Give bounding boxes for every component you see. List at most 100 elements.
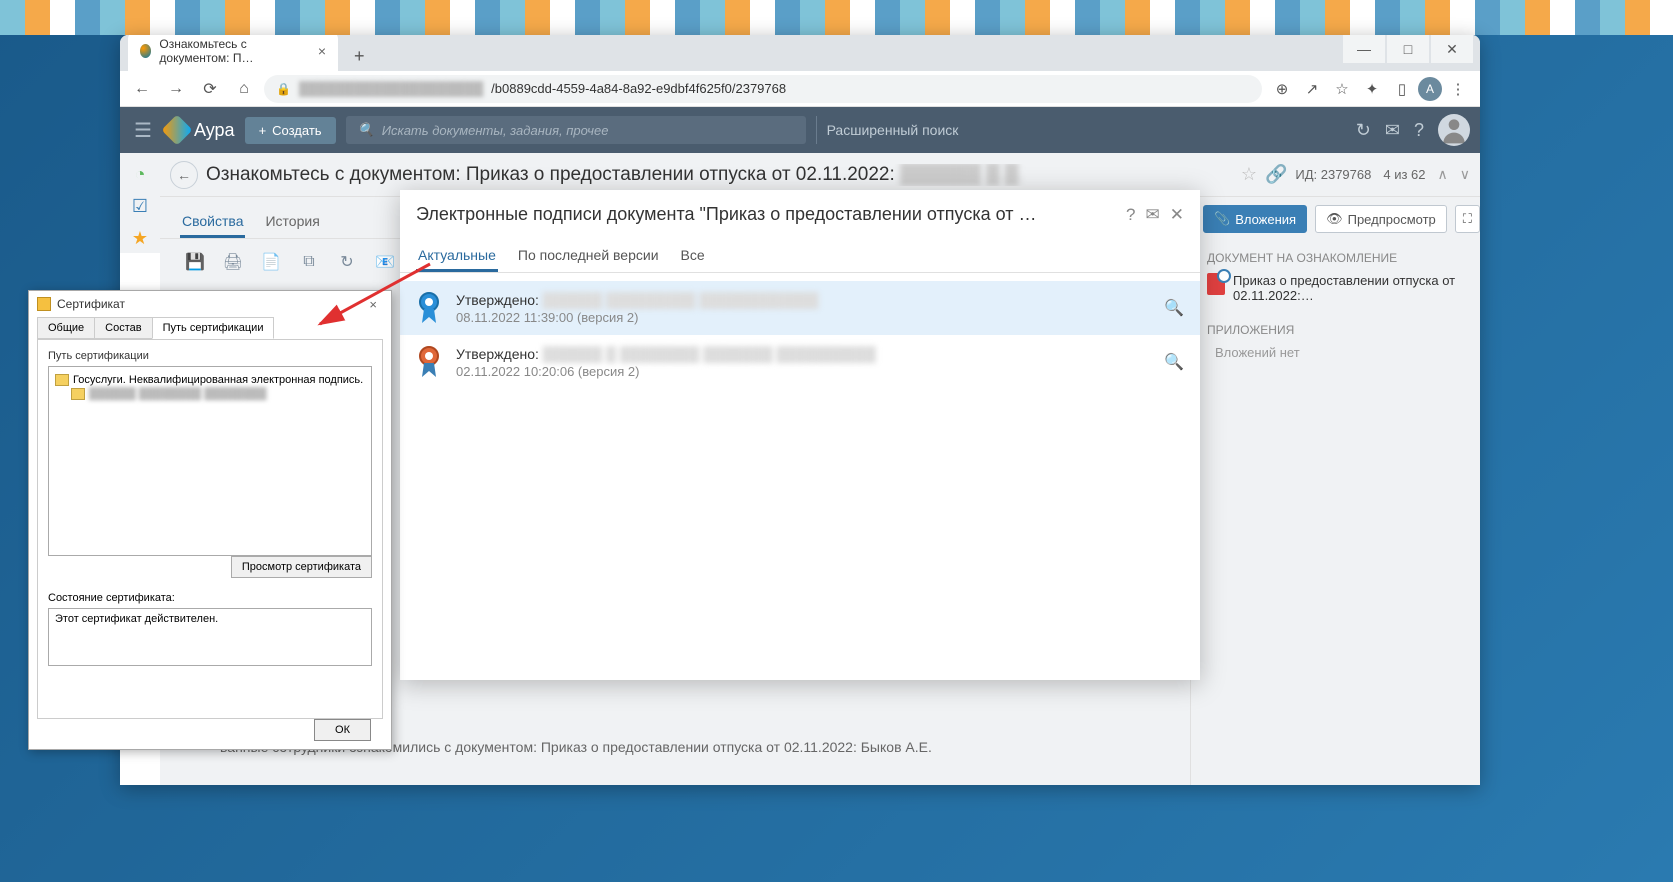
signatures-modal: Электронные подписи документа "Приказ о … xyxy=(400,190,1200,680)
signature-row[interactable]: Утверждено: ██████ █████████ ███████████… xyxy=(400,281,1200,335)
app-header: ☰ Аура + Создать 🔍 Искать документы, зад… xyxy=(120,107,1480,153)
new-tab-button[interactable]: + xyxy=(346,42,373,71)
tab-title: Ознакомьтесь с документом: П… xyxy=(159,37,309,65)
zoom-icon[interactable]: ⊕ xyxy=(1268,75,1296,103)
extended-search-link[interactable]: Расширенный поиск xyxy=(827,122,959,138)
url-domain-redacted: ████████████████████ xyxy=(299,81,483,96)
toolbar-doc-icon[interactable]: 📄 xyxy=(256,247,286,277)
reload-icon[interactable]: ⟳ xyxy=(196,75,224,103)
desktop-pattern xyxy=(0,0,1673,35)
sync-icon[interactable]: ↻ xyxy=(1356,120,1371,141)
cert-status-label: Состояние сертификата: xyxy=(48,592,175,604)
cert-tab-content[interactable]: Состав xyxy=(94,317,152,339)
modal-title: Электронные подписи документа "Приказ о … xyxy=(416,204,1116,225)
modal-tab-all[interactable]: Все xyxy=(679,241,707,272)
hamburger-icon[interactable]: ☰ xyxy=(130,114,156,147)
tree-root[interactable]: Госуслуги. Неквалифицированная электронн… xyxy=(55,373,365,387)
signature-row[interactable]: Утверждено: ██████ █ ████████ ███████ ██… xyxy=(400,335,1200,389)
back-button[interactable]: ← xyxy=(170,161,198,189)
expand-button[interactable]: ⛶ xyxy=(1455,205,1480,233)
cert-node-icon xyxy=(55,374,69,386)
panel-section-title-2: ПРИЛОЖЕНИЯ xyxy=(1207,323,1464,337)
modal-tab-last[interactable]: По последней версии xyxy=(516,241,661,272)
cert-ok-button[interactable]: ОК xyxy=(314,719,371,741)
view-signature-icon[interactable]: 🔍 xyxy=(1164,298,1184,318)
share-icon[interactable]: ↗ xyxy=(1298,75,1326,103)
favorite-icon[interactable]: ☆ xyxy=(1241,164,1257,185)
toolbar-send-icon[interactable]: 📧 xyxy=(370,247,400,277)
app-name: Аура xyxy=(194,120,235,141)
modal-tab-actual[interactable]: Актуальные xyxy=(416,241,498,272)
tab-properties[interactable]: Свойства xyxy=(180,207,245,238)
signature-meta: 08.11.2022 11:39:00 (версия 2) xyxy=(456,310,1150,325)
prev-icon[interactable]: ∧ xyxy=(1438,166,1448,183)
cert-path-label: Путь сертификации xyxy=(48,350,372,362)
user-avatar[interactable] xyxy=(1438,114,1470,146)
cert-tab-general[interactable]: Общие xyxy=(37,317,95,339)
address-bar: ← → ⟳ ⌂ 🔒 ████████████████████ /b0889cdd… xyxy=(120,71,1480,107)
preview-button[interactable]: 👁 Предпросмотр xyxy=(1315,205,1447,233)
minimize-button[interactable]: — xyxy=(1343,35,1385,63)
lock-icon: 🔒 xyxy=(276,82,291,96)
toolbar-save-icon[interactable]: 💾 xyxy=(180,247,210,277)
tree-child[interactable]: ██████ ████████ ████████ xyxy=(71,387,365,401)
mail-icon[interactable]: ✉ xyxy=(1385,120,1400,141)
toolbar-copy-icon[interactable]: ⧉ xyxy=(294,247,324,277)
link-icon[interactable]: 🔗 xyxy=(1265,164,1287,185)
bookmark-icon[interactable]: ☆ xyxy=(1328,75,1356,103)
separator xyxy=(816,116,817,144)
tab-favicon xyxy=(140,44,151,58)
view-certificate-button[interactable]: Просмотр сертификата xyxy=(231,556,372,578)
panel-document-item[interactable]: Приказ о предоставлении отпуска от 02.11… xyxy=(1207,273,1464,303)
nav-back-icon[interactable]: ← xyxy=(128,75,156,103)
browser-tab-bar: Ознакомьтесь с документом: П… × + xyxy=(120,35,1480,71)
app-logo[interactable]: Аура xyxy=(166,119,235,141)
tab-history[interactable]: История xyxy=(263,207,321,238)
cert-titlebar: Сертификат × xyxy=(29,291,391,317)
help-icon[interactable]: ? xyxy=(1414,120,1424,141)
maximize-button[interactable]: □ xyxy=(1387,35,1429,63)
url-path: /b0889cdd-4559-4a84-8a92-e9dbf4f625f0/23… xyxy=(491,81,786,96)
toolbar-refresh-icon[interactable]: ↻ xyxy=(332,247,362,277)
plus-icon: + xyxy=(259,123,267,138)
modal-help-icon[interactable]: ? xyxy=(1126,205,1135,225)
modal-tabs: Актуальные По последней версии Все xyxy=(400,233,1200,273)
rail-star-icon[interactable]: ★ xyxy=(125,223,155,253)
extensions-icon[interactable]: ✦ xyxy=(1358,75,1386,103)
next-icon[interactable]: ∨ xyxy=(1460,166,1470,183)
certificate-window: Сертификат × Общие Состав Путь сертифика… xyxy=(28,290,392,750)
modal-mail-icon[interactable]: ✉ xyxy=(1146,205,1160,225)
search-icon: 🔍 xyxy=(358,122,374,138)
ribbon-icon xyxy=(416,291,442,325)
signature-meta: 02.11.2022 10:20:06 (версия 2) xyxy=(456,364,1150,379)
cert-tab-path[interactable]: Путь сертификации xyxy=(152,317,275,339)
home-icon[interactable]: ⌂ xyxy=(230,75,258,103)
profile-avatar[interactable]: A xyxy=(1418,77,1442,101)
side-panel-icon[interactable]: ▯ xyxy=(1388,75,1416,103)
menu-icon[interactable]: ⋮ xyxy=(1444,75,1472,103)
no-attachments-text: Вложений нет xyxy=(1207,345,1464,360)
attachment-icon: 📎 xyxy=(1214,211,1230,227)
toolbar-print-icon[interactable]: 🖨 xyxy=(218,247,248,277)
doc-counter: 4 из 62 xyxy=(1383,167,1425,182)
doc-id: ИД: 2379768 xyxy=(1295,167,1371,182)
tab-close-icon[interactable]: × xyxy=(318,43,326,59)
cert-node-icon xyxy=(71,388,85,400)
expand-icon: ⛶ xyxy=(1463,211,1472,227)
rail-check-icon[interactable]: ☑ xyxy=(125,191,155,221)
browser-tab[interactable]: Ознакомьтесь с документом: П… × xyxy=(128,35,338,71)
nav-forward-icon[interactable]: → xyxy=(162,75,190,103)
view-signature-icon[interactable]: 🔍 xyxy=(1164,352,1184,372)
modal-close-icon[interactable]: ✕ xyxy=(1170,205,1184,225)
cert-close-button[interactable]: × xyxy=(363,295,383,314)
logo-icon xyxy=(161,114,192,145)
eye-icon: 👁 xyxy=(1326,211,1343,227)
create-button[interactable]: + Создать xyxy=(245,117,336,144)
rail-clock-icon[interactable]: ◔ xyxy=(125,159,155,189)
cert-tree[interactable]: Госуслуги. Неквалифицированная электронн… xyxy=(48,366,372,556)
os-close-button[interactable]: ✕ xyxy=(1431,35,1473,63)
url-field[interactable]: 🔒 ████████████████████ /b0889cdd-4559-4a… xyxy=(264,75,1262,103)
search-input[interactable]: 🔍 Искать документы, задания, прочее xyxy=(346,116,806,144)
attachments-button[interactable]: 📎 Вложения xyxy=(1203,205,1307,233)
cert-icon xyxy=(37,297,51,311)
